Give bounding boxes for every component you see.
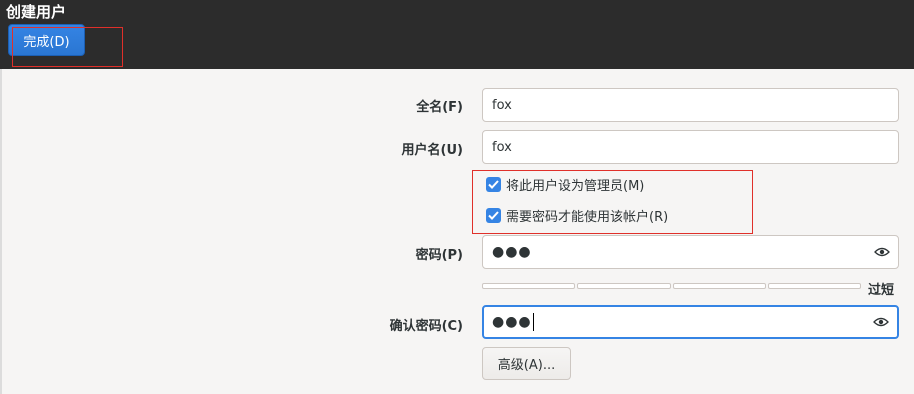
password-value: ●●● (492, 244, 532, 260)
fullname-label: 全名(F) (416, 100, 463, 115)
admin-checkbox-row[interactable]: 将此用户设为管理员(M) (486, 174, 644, 194)
admin-checkbox-label: 将此用户设为管理员(M) (506, 178, 645, 194)
strength-segment (672, 283, 766, 289)
admin-checkbox[interactable] (486, 176, 501, 192)
require-password-checkbox-label: 需要密码才能使用该帐户(R) (506, 209, 669, 225)
require-password-checkbox-row[interactable]: 需要密码才能使用该帐户(R) (486, 205, 668, 225)
window-title: 创建用户 (6, 3, 67, 21)
confirm-password-label: 确认密码(C) (389, 319, 463, 334)
eye-icon[interactable] (874, 247, 890, 257)
advanced-button[interactable]: 高级(A)... (482, 347, 571, 380)
password-strength-text: 过短 (868, 283, 895, 298)
strength-segment (577, 283, 671, 289)
username-value: fox (492, 139, 512, 155)
username-field[interactable]: fox (482, 130, 899, 164)
text-caret (532, 313, 534, 331)
fullname-field[interactable]: fox (482, 88, 899, 122)
password-field[interactable]: ●●● (482, 235, 899, 269)
checkmark-icon (488, 210, 499, 220)
require-password-checkbox[interactable] (486, 207, 501, 223)
confirm-password-value: ●●● (492, 314, 532, 330)
password-label: 密码(P) (415, 248, 463, 263)
username-label: 用户名(U) (401, 143, 463, 158)
eye-icon[interactable] (873, 317, 889, 327)
confirm-password-field[interactable]: ●●● (482, 305, 899, 339)
left-border (0, 69, 2, 394)
strength-segment (482, 283, 576, 289)
strength-segment (767, 283, 861, 289)
header-bar: 创建用户 完成(D) (0, 0, 914, 69)
password-strength-bar (482, 283, 861, 289)
done-button[interactable]: 完成(D) (8, 24, 85, 56)
checkmark-icon (488, 179, 499, 189)
fullname-value: fox (492, 97, 512, 113)
